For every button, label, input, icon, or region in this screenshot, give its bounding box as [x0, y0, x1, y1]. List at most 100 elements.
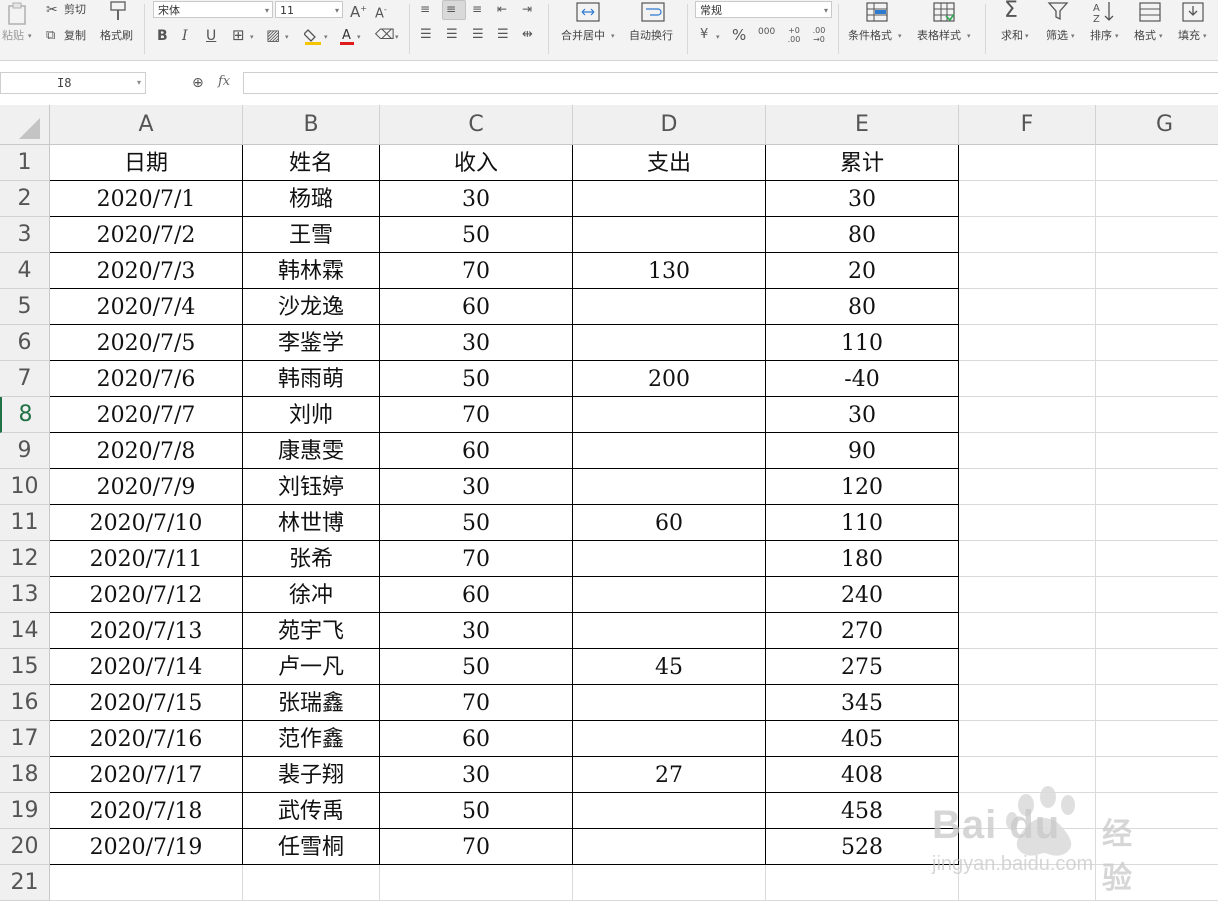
cell-g10[interactable] — [1096, 469, 1218, 505]
formula-input[interactable] — [243, 72, 1218, 94]
cell-e3[interactable]: 80 — [766, 217, 959, 253]
cell-a21[interactable] — [50, 865, 243, 901]
cell-c13[interactable]: 60 — [380, 577, 573, 613]
column-header-c[interactable]: C — [380, 105, 573, 145]
decrease-decimal-button[interactable]: .00 →0 — [808, 26, 830, 44]
thousands-separator-button[interactable]: 000 — [758, 24, 775, 40]
select-all-corner[interactable] — [0, 105, 50, 145]
wrap-text-icon[interactable] — [641, 1, 665, 26]
cell-e9[interactable]: 90 — [766, 433, 959, 469]
row-header-14[interactable]: 14 — [0, 613, 50, 649]
cell-style-icon[interactable]: ▨ — [266, 27, 280, 43]
underline-button[interactable]: U — [206, 28, 216, 44]
align-bottom-icon[interactable]: ≡ — [472, 1, 482, 17]
cell-g6[interactable] — [1096, 325, 1218, 361]
borders-icon[interactable]: ⊞ — [232, 27, 245, 43]
sort-dropdown-icon[interactable]: ▾ — [1115, 32, 1119, 40]
cell-b20[interactable]: 任雪桐 — [243, 829, 380, 865]
row-header-21[interactable]: 21 — [0, 865, 50, 901]
italic-button[interactable]: I — [182, 28, 188, 44]
cell-f16[interactable] — [959, 685, 1096, 721]
row-header-17[interactable]: 17 — [0, 721, 50, 757]
cell-e10[interactable]: 120 — [766, 469, 959, 505]
cell-b14[interactable]: 苑宇飞 — [243, 613, 380, 649]
table-style-button[interactable]: 表格样式 — [917, 30, 961, 42]
row-header-15[interactable]: 15 — [0, 649, 50, 685]
cell-e12[interactable]: 180 — [766, 541, 959, 577]
cell-a13[interactable]: 2020/7/12 — [50, 577, 243, 613]
sort-button[interactable]: 排序 — [1090, 30, 1112, 42]
bold-button[interactable]: B — [157, 28, 168, 44]
cell-f15[interactable] — [959, 649, 1096, 685]
row-header-18[interactable]: 18 — [0, 757, 50, 793]
cell-f3[interactable] — [959, 217, 1096, 253]
cell-d14[interactable] — [573, 613, 766, 649]
cell-style-dropdown-icon[interactable]: ▾ — [285, 33, 289, 41]
cell-d1[interactable]: 支出 — [573, 145, 766, 181]
cell-d15[interactable]: 45 — [573, 649, 766, 685]
currency-button[interactable]: ¥ — [700, 27, 708, 43]
wrap-text-button[interactable]: 自动换行 — [629, 30, 673, 42]
cell-g14[interactable] — [1096, 613, 1218, 649]
percent-button[interactable]: % — [732, 27, 746, 43]
cell-g2[interactable] — [1096, 181, 1218, 217]
cell-g18[interactable] — [1096, 757, 1218, 793]
format-painter-button[interactable]: 格式刷 — [100, 30, 133, 42]
font-color-dropdown-icon[interactable]: ▾ — [357, 33, 361, 41]
conditional-format-button[interactable]: 条件格式 — [848, 30, 892, 42]
font-name-select[interactable]: 宋体 ▾ — [153, 1, 273, 18]
cell-b12[interactable]: 张希 — [243, 541, 380, 577]
fill-button[interactable]: 填充 — [1178, 30, 1200, 42]
row-header-4[interactable]: 4 — [0, 253, 50, 289]
cell-d19[interactable] — [573, 793, 766, 829]
column-header-d[interactable]: D — [573, 105, 766, 145]
cell-f2[interactable] — [959, 181, 1096, 217]
cell-e1[interactable]: 累计 — [766, 145, 959, 181]
cell-d16[interactable] — [573, 685, 766, 721]
cell-a8[interactable]: 2020/7/7 — [50, 397, 243, 433]
cell-b9[interactable]: 康惠雯 — [243, 433, 380, 469]
cell-b10[interactable]: 刘钰婷 — [243, 469, 380, 505]
row-header-9[interactable]: 9 — [0, 433, 50, 469]
cell-a17[interactable]: 2020/7/16 — [50, 721, 243, 757]
cell-d21[interactable] — [573, 865, 766, 901]
align-top-icon[interactable]: ≡ — [420, 1, 430, 17]
row-header-1[interactable]: 1 — [0, 145, 50, 181]
copy-button[interactable]: 复制 — [64, 30, 86, 42]
cell-b2[interactable]: 杨璐 — [243, 181, 380, 217]
increase-decimal-button[interactable]: +0 .00 — [784, 26, 804, 44]
fill-dropdown-icon[interactable]: ▾ — [1203, 32, 1207, 40]
cell-b8[interactable]: 刘帅 — [243, 397, 380, 433]
cell-c7[interactable]: 50 — [380, 361, 573, 397]
cell-c16[interactable]: 70 — [380, 685, 573, 721]
cell-g21[interactable] — [1096, 865, 1218, 901]
cell-a7[interactable]: 2020/7/6 — [50, 361, 243, 397]
cell-c19[interactable]: 50 — [380, 793, 573, 829]
cell-c11[interactable]: 50 — [380, 505, 573, 541]
cell-e2[interactable]: 30 — [766, 181, 959, 217]
cell-f8[interactable] — [959, 397, 1096, 433]
number-format-select[interactable]: 常规 ▾ — [695, 1, 832, 18]
fill-color-icon[interactable] — [303, 26, 322, 49]
row-header-12[interactable]: 12 — [0, 541, 50, 577]
align-center-icon[interactable]: ☰ — [446, 27, 458, 43]
cell-b11[interactable]: 林世博 — [243, 505, 380, 541]
cell-c18[interactable]: 30 — [380, 757, 573, 793]
column-header-e[interactable]: E — [766, 105, 959, 145]
format-painter-icon[interactable] — [108, 0, 128, 25]
cell-d11[interactable]: 60 — [573, 505, 766, 541]
cell-e21[interactable] — [766, 865, 959, 901]
merge-dropdown-icon[interactable]: ▾ — [611, 32, 615, 40]
cell-a6[interactable]: 2020/7/5 — [50, 325, 243, 361]
cell-g3[interactable] — [1096, 217, 1218, 253]
conditional-format-icon[interactable] — [865, 1, 889, 26]
cell-d8[interactable] — [573, 397, 766, 433]
cell-e8[interactable]: 30 — [766, 397, 959, 433]
cell-d17[interactable] — [573, 721, 766, 757]
cell-b18[interactable]: 裴子翔 — [243, 757, 380, 793]
cell-a10[interactable]: 2020/7/9 — [50, 469, 243, 505]
cell-d20[interactable] — [573, 829, 766, 865]
zoom-formula-icon[interactable]: ⊕ — [192, 75, 204, 91]
cell-a16[interactable]: 2020/7/15 — [50, 685, 243, 721]
cell-d12[interactable] — [573, 541, 766, 577]
